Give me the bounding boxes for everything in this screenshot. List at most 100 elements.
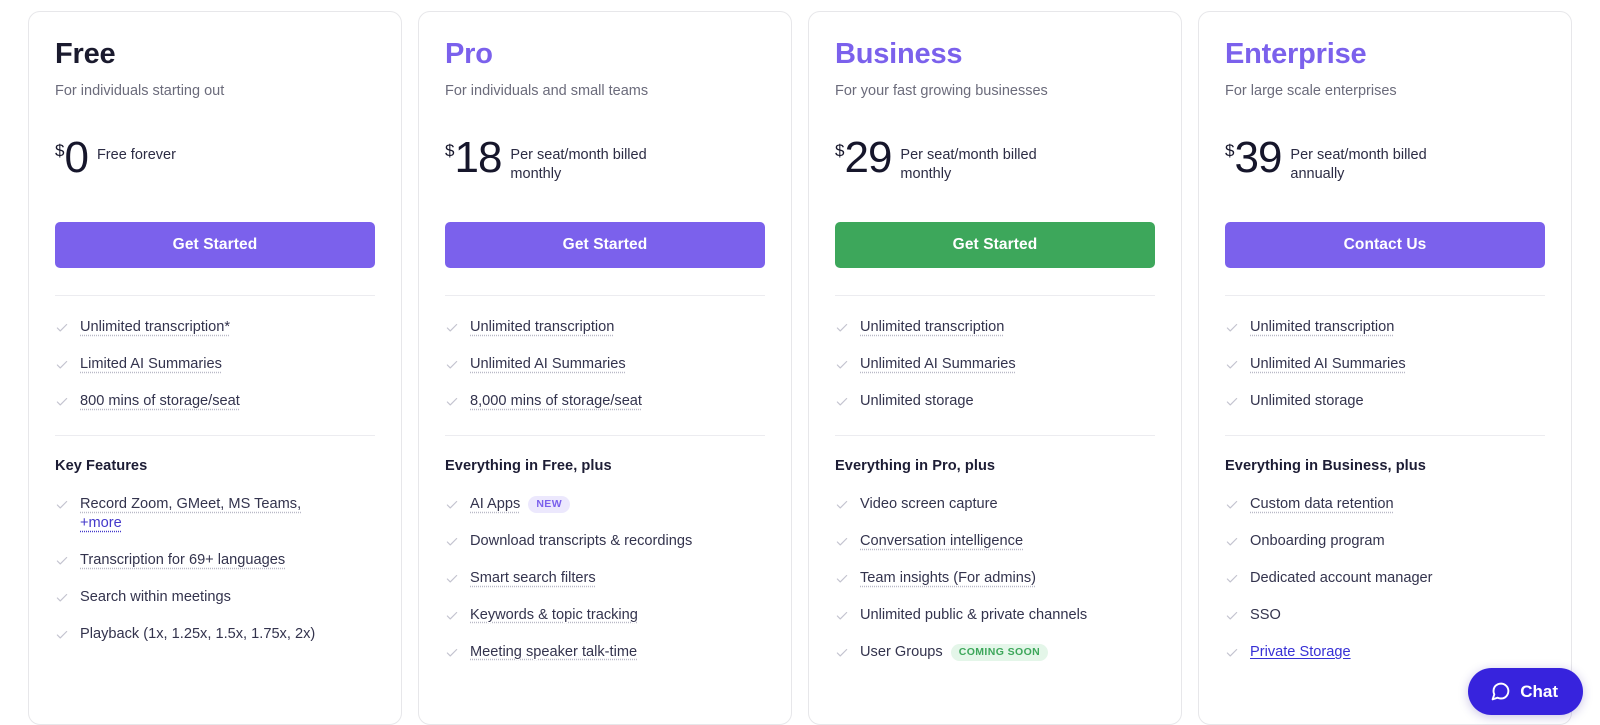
feature-label: Video screen capture [860,496,998,513]
feature-label: Playback (1x, 1.25x, 1.5x, 1.75x, 2x) [80,626,316,643]
feature-label[interactable]: AI Apps [470,496,520,512]
cta-button[interactable]: Get Started [445,222,765,269]
check-icon [1225,358,1239,372]
feature-label[interactable]: Unlimited AI Summaries [470,356,626,372]
chat-widget-label: Chat [1520,681,1558,701]
chat-bubble-icon [1490,681,1511,702]
feature-label[interactable]: 8,000 mins of storage/seat [470,393,642,409]
feature-list: Record Zoom, GMeet, MS Teams, +more Transc… [55,495,375,644]
check-icon [445,646,459,660]
feature-item: Private Storage [1225,643,1545,662]
plan-tagline: For individuals and small teams [445,82,649,99]
cta-button[interactable]: Get Started [55,222,375,269]
plan-name: Pro [445,38,493,70]
feature-section-title: Everything in Pro, plus [835,458,996,475]
plan-price: $29 Per seat/month billed monthly [835,136,1155,192]
feature-item: Keywords & topic tracking [445,606,765,625]
feature-item: Onboarding program [1225,532,1545,551]
price-value: $39 [1225,136,1282,181]
divider [55,435,375,437]
check-icon [445,535,459,549]
feature-item: Playback (1x, 1.25x, 1.5x, 1.75x, 2x) [55,625,375,644]
feature-label: Unlimited storage [860,393,974,410]
feature-label[interactable]: Unlimited transcription* [80,319,230,335]
feature-label[interactable]: Conversation intelligence [860,533,1023,549]
feature-label: User Groups [860,644,943,661]
feature-label[interactable]: Transcription for 69+ languages [80,552,285,568]
feature-label: Unlimited storage [1250,393,1364,410]
divider [445,435,765,437]
check-icon [835,321,849,335]
feature-badge: NEW [528,495,571,514]
check-icon [445,395,459,409]
check-icon [1225,646,1239,660]
feature-label[interactable]: Custom data retention [1250,496,1394,512]
feature-label[interactable]: Keywords & topic tracking [470,607,638,623]
feature-label[interactable]: Meeting speaker talk-time [470,644,637,660]
check-icon [835,395,849,409]
more-link[interactable]: +more [80,515,122,531]
check-icon [1225,535,1239,549]
plan-card-free: Free For individuals starting out $0 Free f… [28,11,402,725]
feature-list: AI Apps NEW Download transcripts & recordi… [445,495,765,662]
price-amount: 0 [64,133,89,183]
cta-button[interactable]: Contact Us [1225,222,1545,269]
check-icon [55,591,69,605]
feature-item: Unlimited transcription* [55,318,375,337]
plan-card-business: Business For your fast growing businesses… [808,11,1182,725]
feature-label: SSO [1250,607,1281,624]
check-icon [835,572,849,586]
top-feature-list: Unlimited transcription Unlimited AI Summ… [1225,318,1545,411]
feature-label[interactable]: Unlimited transcription [1250,319,1394,335]
feature-item: Unlimited storage [1225,392,1545,411]
feature-label: Unlimited public & private channels [860,607,1088,624]
check-icon [445,358,459,372]
feature-label[interactable]: Limited AI Summaries [80,356,222,372]
feature-list: Video screen capture Conversation intelli… [835,495,1155,662]
feature-label[interactable]: Unlimited transcription [860,319,1004,335]
plan-tagline: For your fast growing businesses [835,82,1048,99]
feature-label: Download transcripts & recordings [470,533,693,550]
feature-item: 8,000 mins of storage/seat [445,392,765,411]
feature-item: User Groups COMING SOON [835,643,1155,662]
feature-label[interactable]: Smart search filters [470,570,596,586]
price-note: Free forever [96,147,176,164]
price-value: $18 [445,136,502,181]
check-icon [1225,572,1239,586]
feature-label[interactable]: Unlimited AI Summaries [860,356,1016,372]
feature-item: Unlimited storage [835,392,1155,411]
feature-item: Unlimited public & private channels [835,606,1155,625]
chat-widget-button[interactable]: Chat [1468,668,1583,715]
feature-list: Custom data retention Onboarding program D… [1225,495,1545,662]
currency-symbol: $ [1225,141,1235,161]
feature-item: Record Zoom, GMeet, MS Teams, +more [55,495,375,533]
check-icon [55,554,69,568]
feature-item: Unlimited transcription [1225,318,1545,337]
cta-button[interactable]: Get Started [835,222,1155,269]
check-icon [55,321,69,335]
feature-item: Download transcripts & recordings [445,532,765,551]
feature-label[interactable]: Team insights (For admins) [860,570,1036,586]
plan-card-enterprise: Enterprise For large scale enterprises $39… [1198,11,1572,725]
pricing-plans-grid: Free For individuals starting out $0 Free f… [0,0,1600,725]
plan-price: $0 Free forever [55,133,375,192]
check-icon [55,395,69,409]
feature-item: Search within meetings [55,588,375,607]
feature-label[interactable]: 800 mins of storage/seat [80,393,240,409]
price-note: Per seat/month billed monthly [900,147,1037,182]
feature-label[interactable]: Unlimited transcription [470,319,614,335]
feature-item: AI Apps NEW [445,495,765,514]
feature-link[interactable]: Private Storage [1250,644,1351,660]
feature-section-title: Key Features [55,458,148,475]
feature-item: Team insights (For admins) [835,569,1155,588]
feature-item: Custom data retention [1225,495,1545,514]
feature-label[interactable]: Unlimited AI Summaries [1250,356,1406,372]
feature-label: Onboarding program [1250,533,1385,550]
plan-card-pro: Pro For individuals and small teams $18 Per… [418,11,792,725]
divider [1225,435,1545,437]
feature-label[interactable]: Record Zoom, GMeet, MS Teams, [80,496,301,512]
feature-item: Video screen capture [835,495,1155,514]
feature-item: Meeting speaker talk-time [445,643,765,662]
check-icon [1225,609,1239,623]
check-icon [1225,321,1239,335]
